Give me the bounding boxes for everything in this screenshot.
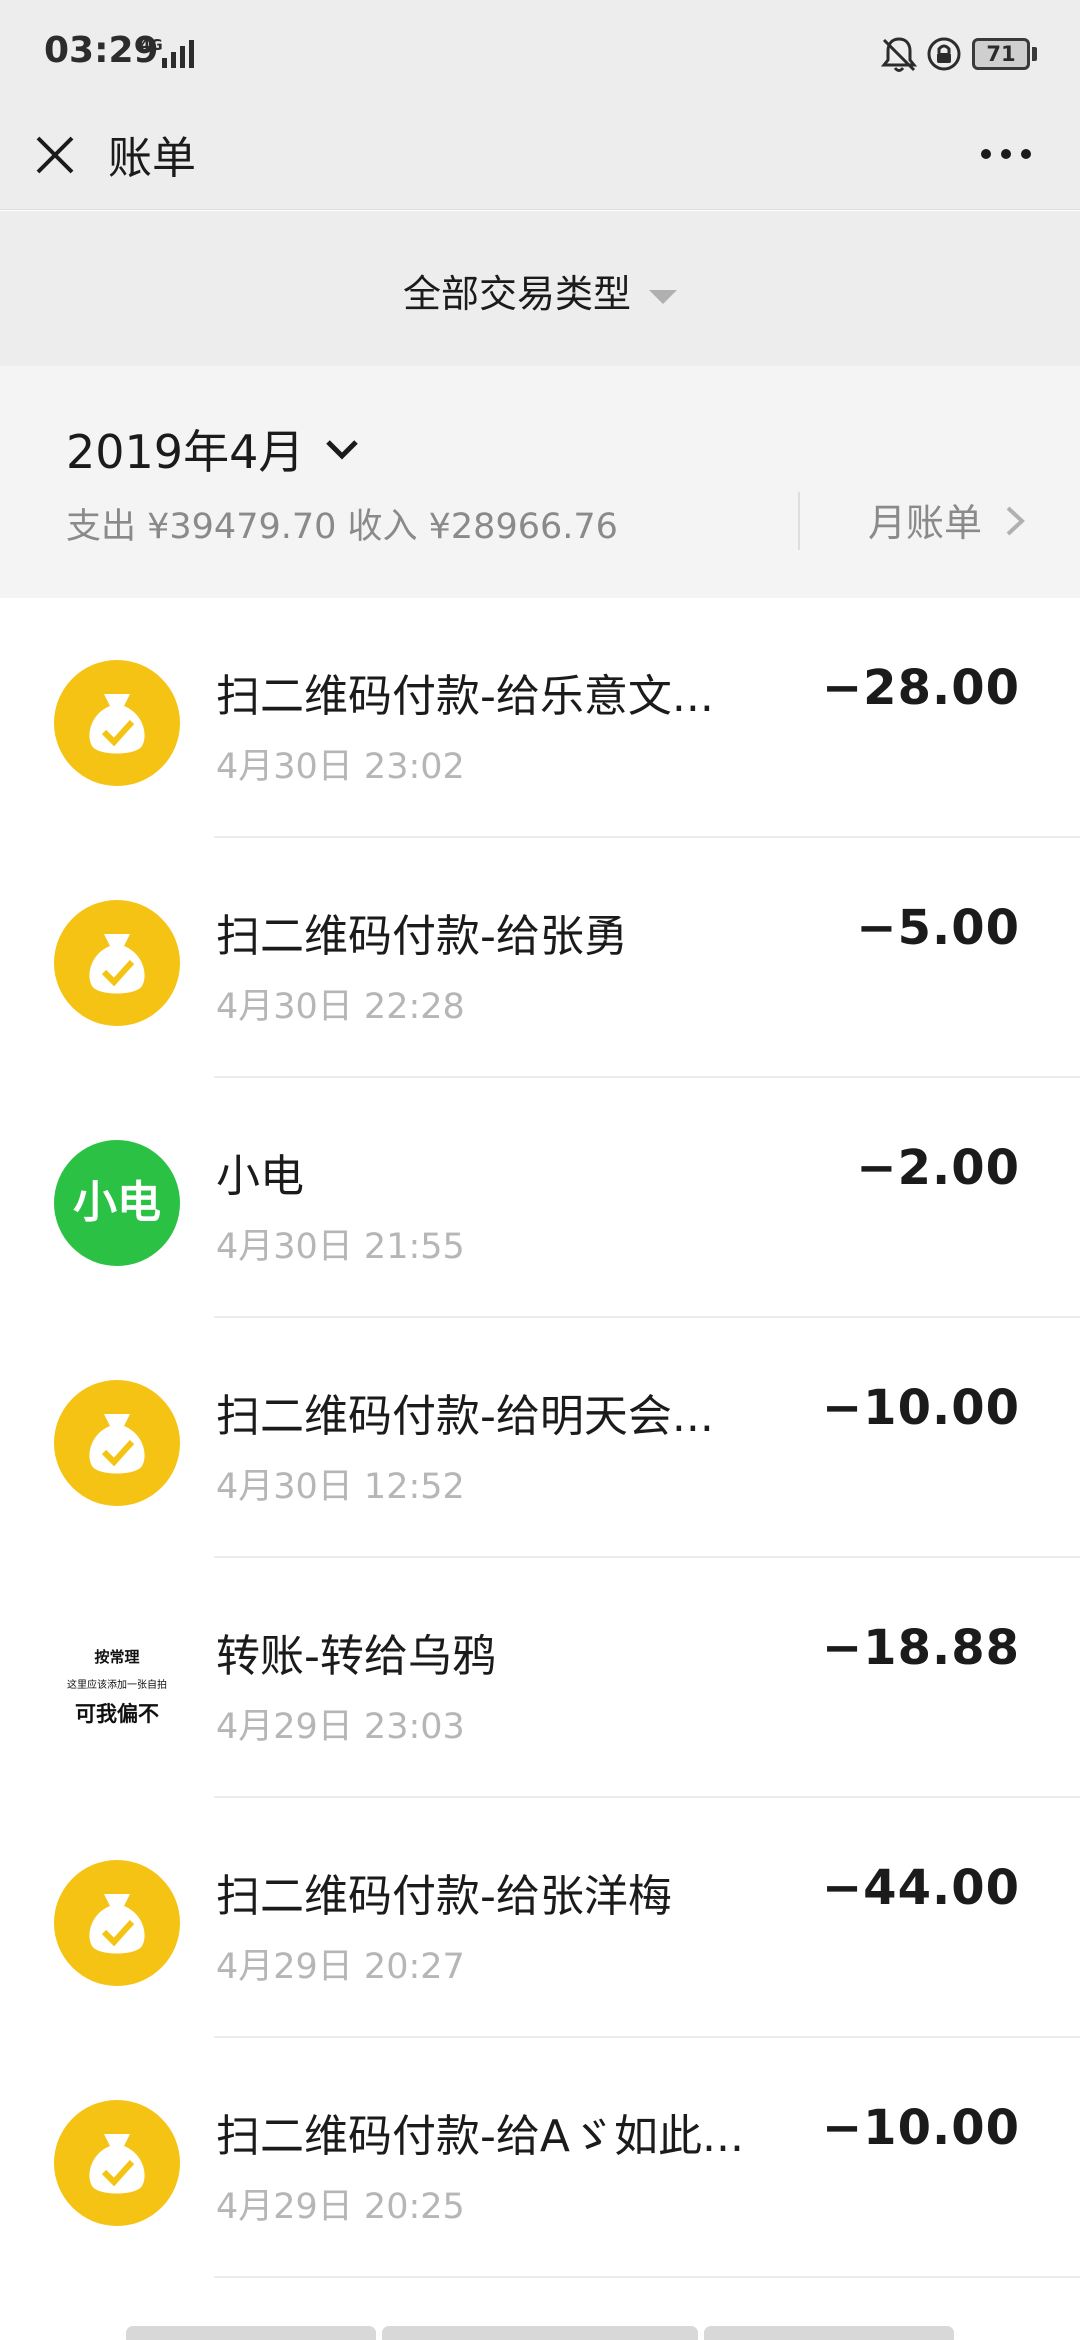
transaction-type-filter[interactable]: 全部交易类型 xyxy=(0,211,1080,366)
transaction-time: 4月30日 21:55 xyxy=(216,1227,465,1267)
avatar-text-line: 按常理 xyxy=(94,1648,140,1666)
transaction-amount: −18.88 xyxy=(821,1620,1020,1676)
transaction-amount: −10.00 xyxy=(821,1380,1020,1436)
transaction-row[interactable]: 按常理 这里应该添加一张自拍 可我偏不 转账-转给乌鸦 4月29日 23:03 … xyxy=(0,1558,1080,1798)
month-selector[interactable]: 2019年4月 xyxy=(66,416,304,482)
money-bag-icon xyxy=(54,1860,180,1986)
transaction-title: 扫二维码付款-给Aゞ如此... xyxy=(216,2111,744,2162)
money-bag-icon xyxy=(54,660,180,786)
divider xyxy=(798,492,800,550)
bottom-tab-hint xyxy=(704,2326,954,2340)
avatar-text-line: 这里应该添加一张自拍 xyxy=(67,1680,167,1691)
transaction-title: 扫二维码付款-给张勇 xyxy=(216,911,628,962)
row-divider xyxy=(214,2276,1080,2278)
bottom-tab-hint xyxy=(382,2326,698,2340)
caret-down-icon xyxy=(649,289,677,304)
transaction-row[interactable]: 扫二维码付款-给张洋梅 4月29日 20:27 −44.00 xyxy=(0,1798,1080,2038)
transaction-title: 扫二维码付款-给张洋梅 xyxy=(216,1871,672,1922)
signal-icon xyxy=(162,40,194,68)
month-summary-section: 2019年4月 支出 ¥39479.70 收入 ¥28966.76 月账单 xyxy=(0,366,1080,598)
battery-tip xyxy=(1032,47,1037,61)
transaction-amount: −28.00 xyxy=(821,660,1020,716)
page-title: 账单 xyxy=(108,133,196,184)
more-options-icon[interactable] xyxy=(976,134,1036,174)
money-bag-icon xyxy=(54,2100,180,2226)
month-totals: 支出 ¥39479.70 收入 ¥28966.76 xyxy=(66,507,618,547)
battery-icon: 71 xyxy=(972,38,1030,70)
transaction-title: 小电 xyxy=(216,1151,304,1202)
nav-bar: 账单 xyxy=(0,110,1080,210)
contact-avatar: 按常理 这里应该添加一张自拍 可我偏不 xyxy=(54,1620,180,1746)
transaction-list: 扫二维码付款-给乐意文... 4月30日 23:02 −28.00 扫二维码付款… xyxy=(0,598,1080,2278)
transaction-row[interactable]: 扫二维码付款-给张勇 4月30日 22:28 −5.00 xyxy=(0,838,1080,1078)
transaction-time: 4月30日 22:28 xyxy=(216,987,465,1027)
transaction-amount: −44.00 xyxy=(821,1860,1020,1916)
bottom-tab-hint xyxy=(126,2326,376,2340)
close-icon[interactable] xyxy=(30,130,80,180)
monthly-bill-link[interactable]: 月账单 xyxy=(868,492,982,547)
rotation-lock-icon xyxy=(927,37,961,71)
transaction-time: 4月29日 20:27 xyxy=(216,1947,465,1987)
transaction-time: 4月30日 23:02 xyxy=(216,747,465,787)
transaction-title: 扫二维码付款-给明天会... xyxy=(216,1391,714,1442)
money-bag-icon xyxy=(54,1380,180,1506)
transaction-row[interactable]: 扫二维码付款-给Aゞ如此... 4月29日 20:25 −10.00 xyxy=(0,2038,1080,2278)
transaction-amount: −2.00 xyxy=(856,1140,1020,1196)
chevron-down-icon[interactable] xyxy=(322,432,362,468)
transaction-row[interactable]: 小电 小电 4月30日 21:55 −2.00 xyxy=(0,1078,1080,1318)
transaction-title: 扫二维码付款-给乐意文... xyxy=(216,671,714,722)
transaction-amount: −5.00 xyxy=(856,900,1020,956)
app-root: 03:29 4G 71 账单 全部交易类型 2019年4月 支出 ¥39479.… xyxy=(0,0,1080,2340)
merchant-avatar: 小电 xyxy=(54,1140,180,1266)
avatar-text-line: 可我偏不 xyxy=(75,1702,159,1726)
transaction-time: 4月29日 20:25 xyxy=(216,2187,465,2227)
transaction-time: 4月29日 23:03 xyxy=(216,1707,465,1747)
transaction-row[interactable]: 扫二维码付款-给乐意文... 4月30日 23:02 −28.00 xyxy=(0,598,1080,838)
status-bar: 03:29 4G 71 xyxy=(0,0,1080,110)
transaction-title: 转账-转给乌鸦 xyxy=(216,1631,496,1682)
chevron-right-icon[interactable] xyxy=(1002,502,1028,540)
money-bag-icon xyxy=(54,900,180,1026)
bell-muted-icon xyxy=(880,37,918,72)
transaction-time: 4月30日 12:52 xyxy=(216,1467,465,1507)
bottom-bar-hint xyxy=(0,2326,1080,2340)
transaction-row[interactable]: 扫二维码付款-给明天会... 4月30日 12:52 −10.00 xyxy=(0,1318,1080,1558)
transaction-amount: −10.00 xyxy=(821,2100,1020,2156)
filter-label: 全部交易类型 xyxy=(402,272,631,316)
